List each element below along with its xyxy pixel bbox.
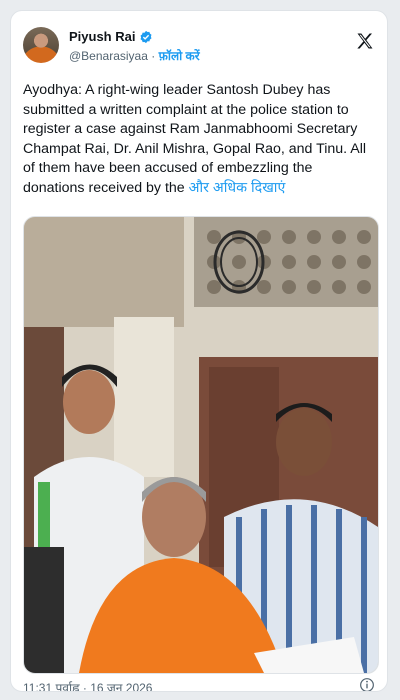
author-handle-row: @Benarasiyaa · फ़ॉलो करें	[69, 47, 200, 64]
verified-badge-icon	[140, 30, 152, 43]
photo-illustration	[24, 217, 378, 673]
author-handle[interactable]: @Benarasiyaa	[69, 49, 148, 63]
tweet-photo[interactable]	[23, 216, 379, 674]
tweet-card: Piyush Rai @Benarasiyaa · फ़ॉलो करें Ayo…	[10, 10, 388, 692]
tweet-timestamp[interactable]: 11:31 पूर्वाह्न · 16 जून 2026	[23, 679, 152, 691]
separator-dot: ·	[151, 49, 156, 63]
info-icon[interactable]	[359, 677, 375, 692]
author-name-row: Piyush Rai	[69, 29, 153, 44]
tweet-header: Piyush Rai @Benarasiyaa · फ़ॉलो करें	[23, 25, 375, 69]
tweet-text: Ayodhya: A right-wing leader Santosh Dub…	[23, 82, 367, 196]
author-name[interactable]: Piyush Rai	[69, 29, 135, 44]
tweet-text-block: Ayodhya: A right-wing leader Santosh Dub…	[23, 81, 375, 198]
show-more-link[interactable]: और अधिक दिखाएं	[189, 180, 286, 196]
follow-button[interactable]: फ़ॉलो करें	[159, 49, 200, 63]
x-logo-icon[interactable]	[355, 31, 375, 51]
avatar[interactable]	[23, 27, 59, 63]
